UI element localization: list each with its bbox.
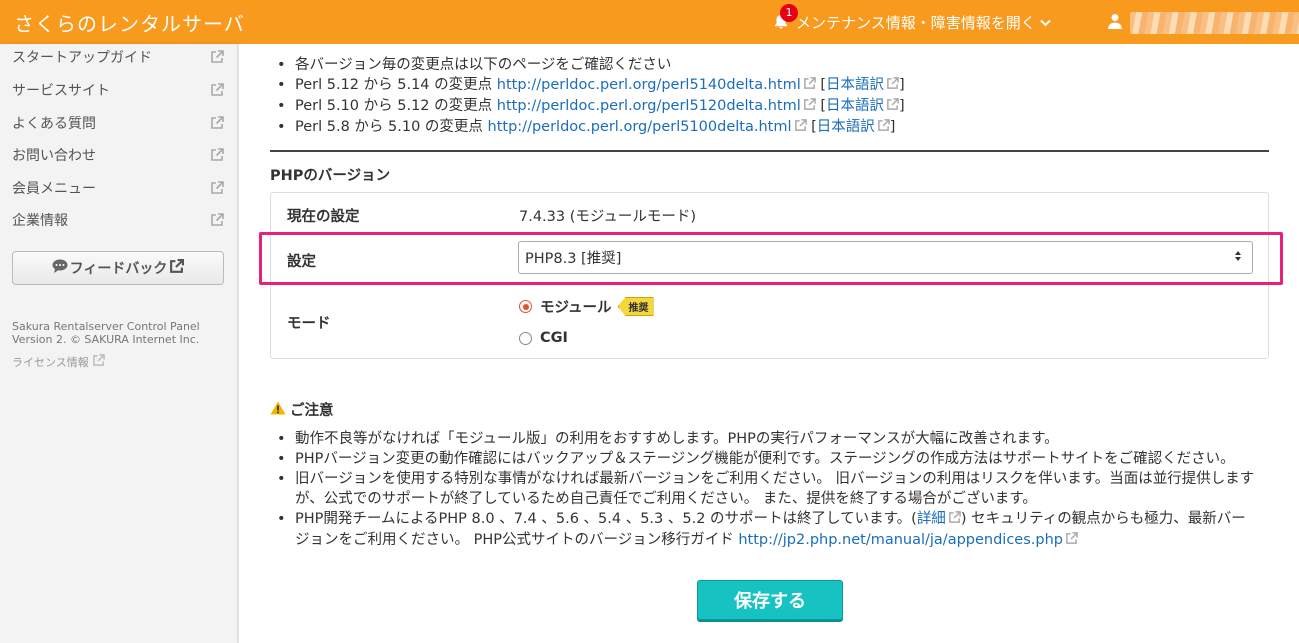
external-link-icon <box>210 213 224 227</box>
copyright-line: Version 2. © SAKURA Internet Inc. <box>12 333 200 346</box>
caution-title: ご注意 <box>270 399 334 420</box>
japanese-translation-link[interactable]: 日本語訳 <box>826 77 884 93</box>
sidebar-item-label: 会員メニュー <box>12 181 96 197</box>
external-link-icon <box>210 50 224 64</box>
sidebar-item-member-menu[interactable]: 会員メニュー <box>12 176 224 200</box>
copyright-line: Sakura Rentalserver Control Panel <box>12 320 200 333</box>
mode-cgi-label: CGI <box>540 330 568 346</box>
perl-delta-link[interactable]: http://perldoc.perl.org/perl5100delta.ht… <box>488 119 792 135</box>
external-link-icon <box>877 118 890 138</box>
php-version-select[interactable]: PHP8.3 [推奨] <box>518 241 1253 274</box>
mode-module-radio[interactable]: モジュール 推奨 <box>519 296 654 317</box>
user-menu[interactable] <box>1108 12 1299 34</box>
php-migration-guide-link[interactable]: http://jp2.php.net/manual/ja/appendices.… <box>738 532 1063 548</box>
feedback-button[interactable]: フィードバック <box>12 251 224 285</box>
list-item: Perl 5.8 から 5.10 の変更点 http://perldoc.per… <box>277 117 1275 138</box>
perl-note-text: Perl 5.12 から 5.14 の変更点 <box>295 77 497 93</box>
sidebar-item-label: お問い合わせ <box>12 148 96 164</box>
sidebar-item-contact[interactable]: お問い合わせ <box>12 143 224 167</box>
external-link-icon <box>210 116 224 130</box>
external-link-icon <box>210 181 224 195</box>
setting-label: 設定 <box>287 254 316 270</box>
list-item: PHP開発チームによるPHP 8.0 、7.4 、5.6 、5.4 、5.3 、… <box>277 509 1255 551</box>
japanese-translation-link[interactable]: 日本語訳 <box>826 98 884 114</box>
caution-list: 動作不良等がなければ「モジュール版」の利用をおすすめします。PHPの実行パフォー… <box>277 429 1255 551</box>
license-link[interactable]: ライセンス情報 <box>12 354 105 370</box>
external-link-icon <box>886 76 899 96</box>
copyright: Sakura Rentalserver Control Panel Versio… <box>12 320 200 346</box>
perl-delta-link[interactable]: http://perldoc.perl.org/perl5140delta.ht… <box>497 77 801 93</box>
select-arrows-icon <box>1234 250 1242 264</box>
external-link-icon <box>1065 531 1078 551</box>
list-item: 各バージョン毎の変更点は以下のページをご確認ください <box>277 55 1275 75</box>
current-setting-value: 7.4.33 (モジュールモード) <box>519 209 697 225</box>
perl-note-text: Perl 5.8 から 5.10 の変更点 <box>295 119 488 135</box>
sidebar-item-label: 企業情報 <box>12 213 68 229</box>
perl-note-text: Perl 5.10 から 5.12 の変更点 <box>295 98 497 114</box>
sidebar-item-label: サービスサイト <box>12 83 110 99</box>
current-setting-label: 現在の設定 <box>287 209 360 225</box>
list-item: 動作不良等がなければ「モジュール版」の利用をおすすめします。PHPの実行パフォー… <box>277 429 1255 449</box>
list-item: Perl 5.10 から 5.12 の変更点 http://perldoc.pe… <box>277 96 1275 117</box>
perl-notes-list: 各バージョン毎の変更点は以下のページをご確認ください Perl 5.12 から … <box>277 55 1275 138</box>
license-label: ライセンス情報 <box>12 356 89 369</box>
external-link-icon <box>948 510 961 530</box>
save-button[interactable]: 保存する <box>697 580 843 620</box>
mode-label: モード <box>287 316 331 332</box>
php-version-selected: PHP8.3 [推奨] <box>525 251 622 267</box>
app-header: さくらのレンタルサーバ 1 メンテナンス情報・障害情報を開く <box>0 0 1299 44</box>
external-link-icon <box>92 354 105 370</box>
mode-module-label: モジュール <box>540 300 612 316</box>
radio-unchecked-icon <box>519 331 532 345</box>
sidebar-item-service-site[interactable]: サービスサイト <box>12 78 224 102</box>
external-link-icon <box>803 97 816 117</box>
recommended-tag: 推奨 <box>617 297 654 316</box>
perl-intro-text: 各バージョン毎の変更点は以下のページをご確認ください <box>295 57 672 73</box>
external-link-icon <box>169 258 185 278</box>
mode-cgi-radio[interactable]: CGI <box>519 330 568 346</box>
sidebar-item-label: よくある質問 <box>12 116 96 132</box>
main-content: 各バージョン毎の変更点は以下のページをご確認ください Perl 5.12 から … <box>239 44 1299 643</box>
notification-badge: 1 <box>780 4 798 22</box>
sidebar: スタートアップガイド サービスサイト よくある質問 お問い合わせ 会員メニュー … <box>0 44 238 643</box>
feedback-label: フィードバック <box>69 261 168 277</box>
external-link-icon <box>210 148 224 162</box>
brand-title[interactable]: さくらのレンタルサーバ <box>0 8 245 37</box>
perl-delta-link[interactable]: http://perldoc.perl.org/perl5120delta.ht… <box>497 98 801 114</box>
list-item: Perl 5.12 から 5.14 の変更点 http://perldoc.pe… <box>277 75 1275 96</box>
user-icon <box>1108 13 1122 33</box>
list-item: PHPバージョン変更の動作確認にはバックアップ＆ステージング機能が便利です。ステ… <box>277 449 1255 469</box>
sidebar-item-startup-guide[interactable]: スタートアップガイド <box>12 45 224 69</box>
external-link-icon <box>886 97 899 117</box>
caution-text: PHPバージョン変更の動作確認にはバックアップ＆ステージング機能が便利です。ステ… <box>295 451 1235 467</box>
list-item: 旧バージョンを使用する特別な事情がなければ最新バージョンをご利用ください。 旧バ… <box>277 469 1255 509</box>
caution-text: PHP開発チームによるPHP 8.0 、7.4 、5.6 、5.4 、5.3 、… <box>295 511 917 527</box>
php-section-title: PHPのバージョン <box>270 168 391 184</box>
radio-checked-icon <box>519 300 532 313</box>
maintenance-notice-label: メンテナンス情報・障害情報を開く <box>796 13 1036 32</box>
sidebar-item-faq[interactable]: よくある質問 <box>12 111 224 135</box>
details-link[interactable]: 詳細 <box>917 511 946 527</box>
user-name-redacted <box>1130 12 1299 34</box>
maintenance-notice-toggle[interactable]: 1 メンテナンス情報・障害情報を開く <box>772 0 1051 44</box>
chat-bubble-icon <box>52 259 68 277</box>
japanese-translation-link[interactable]: 日本語訳 <box>817 119 875 135</box>
external-link-icon <box>794 118 807 138</box>
chevron-down-icon <box>1039 13 1051 31</box>
sidebar-item-label: スタートアップガイド <box>12 50 152 66</box>
external-link-icon <box>210 83 224 97</box>
sidebar-item-company-info[interactable]: 企業情報 <box>12 208 224 232</box>
bell-icon: 1 <box>772 4 798 31</box>
external-link-icon <box>803 76 816 96</box>
warning-icon <box>270 401 286 419</box>
section-divider <box>270 150 1269 152</box>
caution-title-text: ご注意 <box>290 403 334 419</box>
caution-text: 旧バージョンを使用する特別な事情がなければ最新バージョンをご利用ください。 旧バ… <box>295 471 1255 507</box>
caution-text: 動作不良等がなければ「モジュール版」の利用をおすすめします。PHPの実行パフォー… <box>295 431 1059 447</box>
